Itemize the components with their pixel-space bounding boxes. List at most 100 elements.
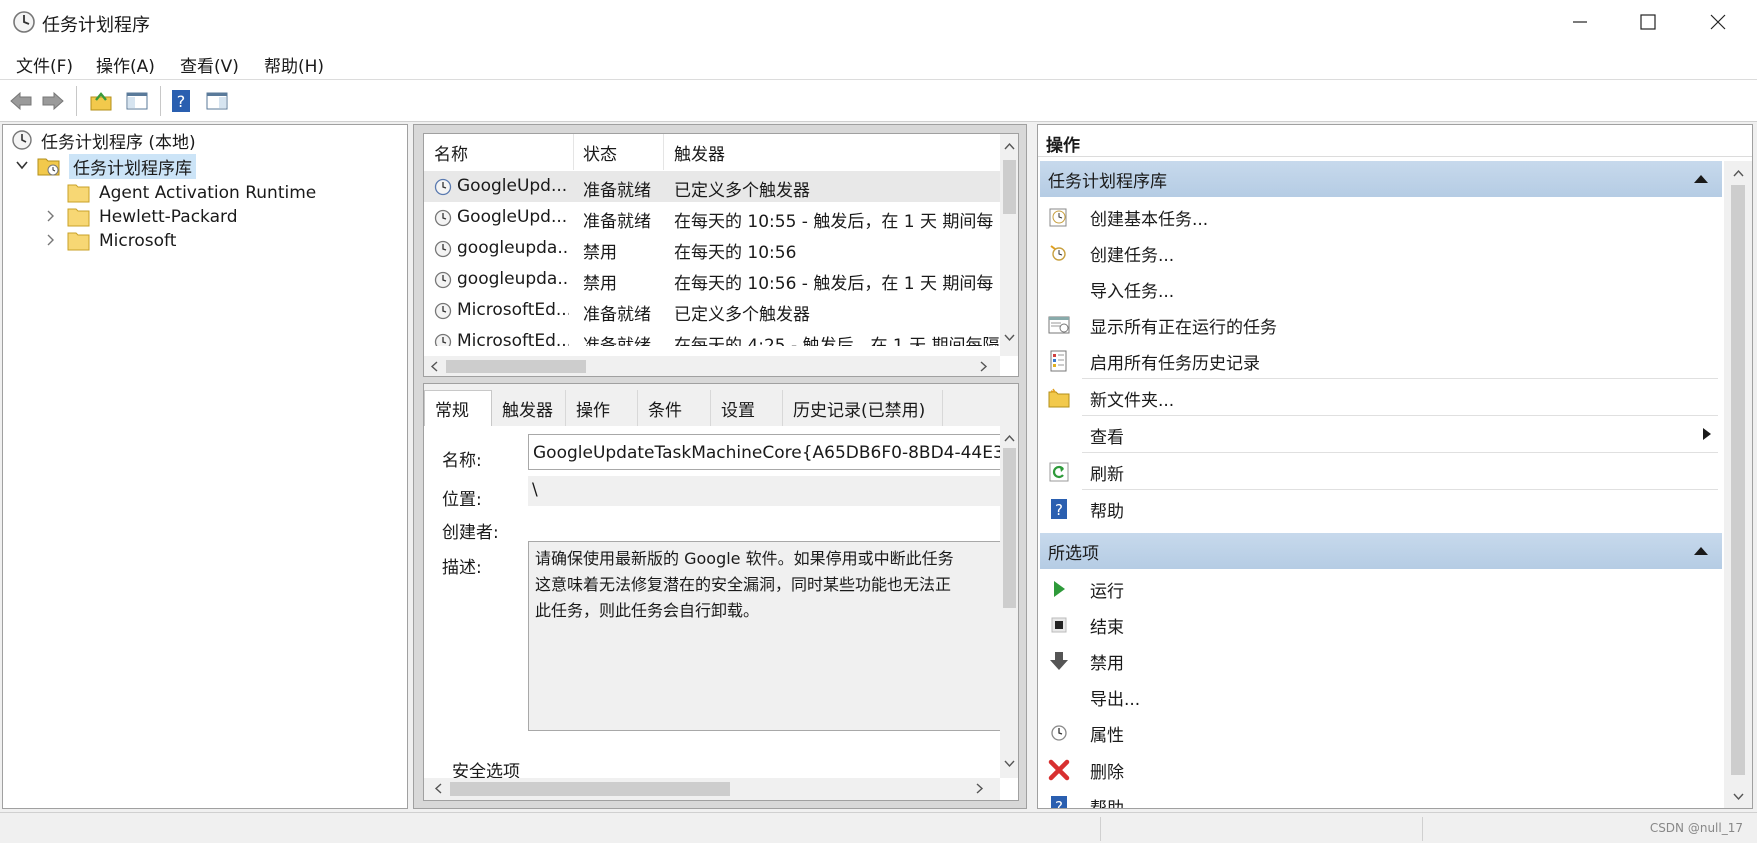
action-help-selected[interactable]: ? 帮助: [1040, 788, 1720, 809]
task-row[interactable]: googleupda... 禁用 在每天的 10:56: [424, 233, 1000, 264]
action-label: 帮助: [1090, 799, 1124, 809]
action-run[interactable]: 运行: [1040, 571, 1720, 605]
chevron-down-icon[interactable]: [15, 158, 29, 172]
scrollbar-thumb[interactable]: [450, 782, 730, 796]
action-help[interactable]: ? 帮助: [1040, 491, 1720, 525]
task-list-horizontal-scrollbar[interactable]: [424, 356, 1000, 376]
column-header-name[interactable]: 名称: [424, 134, 574, 170]
action-import-task[interactable]: 导入任务...: [1040, 271, 1720, 305]
action-enable-history[interactable]: 启用所有任务历史记录: [1040, 343, 1720, 377]
task-row[interactable]: googleupda... 禁用 在每天的 10:56 - 触发后，在 1 天 …: [424, 264, 1000, 295]
tab-actions[interactable]: 操作: [566, 390, 638, 426]
task-details: 常规 触发器 操作 条件 设置 历史记录(已禁用) 名称: GoogleUpda…: [423, 383, 1019, 801]
maximize-button[interactable]: [1613, 0, 1683, 44]
task-row[interactable]: GoogleUpd... 准备就绪 已定义多个触发器: [424, 171, 1000, 202]
svg-text:?: ?: [177, 92, 186, 111]
refresh-icon: [1049, 462, 1069, 482]
tab-history[interactable]: 历史记录(已禁用): [783, 390, 943, 426]
tab-general[interactable]: 常规: [424, 390, 492, 426]
action-label: 运行: [1090, 582, 1124, 602]
task-row[interactable]: MicrosoftEd... 准备就绪 在每天的 4:25 - 触发后，在 1 …: [424, 326, 1000, 346]
action-disable[interactable]: 禁用: [1040, 643, 1720, 677]
action-label: 创建基本任务...: [1090, 210, 1209, 230]
toolbar: ?: [0, 80, 1757, 122]
divider: [1082, 415, 1718, 416]
chevron-left-icon[interactable]: [434, 783, 442, 794]
show-hide-action-pane-button[interactable]: [202, 86, 232, 116]
action-delete[interactable]: 删除: [1040, 752, 1720, 786]
scrollbar-thumb[interactable]: [1003, 448, 1016, 608]
chevron-down-icon[interactable]: [1004, 760, 1015, 768]
minimize-button[interactable]: [1545, 0, 1615, 44]
action-create-basic-task[interactable]: 创建基本任务...: [1040, 199, 1720, 233]
task-name: googleupda...: [457, 238, 569, 258]
section-header-library[interactable]: 任务计划程序库: [1040, 161, 1722, 197]
window-title: 任务计划程序: [42, 15, 150, 36]
up-folder-button[interactable]: [86, 86, 116, 116]
action-label: 删除: [1090, 763, 1124, 783]
forward-button[interactable]: [38, 86, 68, 116]
running-tasks-icon: [1048, 316, 1070, 334]
action-create-task[interactable]: 创建任务...: [1040, 235, 1720, 269]
column-header-trigger[interactable]: 触发器: [664, 134, 1000, 170]
action-properties[interactable]: 属性: [1040, 715, 1720, 749]
menu-action[interactable]: 操作(A): [96, 52, 155, 77]
back-button[interactable]: [6, 86, 36, 116]
task-trigger: 在每天的 4:25 - 触发后，在 1 天 期间每隔: [674, 336, 1000, 346]
detail-vertical-scrollbar[interactable]: [1000, 426, 1018, 778]
show-hide-tree-button[interactable]: [122, 86, 152, 116]
stop-icon: [1051, 617, 1067, 633]
scrollbar-thumb[interactable]: [1003, 160, 1016, 214]
action-label: 启用所有任务历史记录: [1090, 354, 1260, 374]
close-button[interactable]: [1683, 0, 1753, 44]
chevron-left-icon[interactable]: [430, 361, 438, 372]
chevron-right-icon[interactable]: [43, 209, 57, 223]
task-row[interactable]: MicrosoftEd... 准备就绪 已定义多个触发器: [424, 295, 1000, 326]
chevron-down-icon[interactable]: [1004, 334, 1015, 342]
tree-item-microsoft[interactable]: Microsoft: [67, 228, 176, 254]
tab-settings[interactable]: 设置: [711, 390, 783, 426]
task-name: MicrosoftEd...: [457, 300, 569, 320]
tree-root[interactable]: 任务计划程序 (本地): [11, 127, 196, 153]
tree-item-agent-activation-runtime[interactable]: Agent Activation Runtime: [67, 180, 316, 206]
section-header-selected[interactable]: 所选项: [1040, 533, 1722, 569]
menu-file[interactable]: 文件(F): [16, 52, 73, 77]
help-toolbar-button[interactable]: ?: [166, 86, 196, 116]
actions-vertical-scrollbar[interactable]: [1724, 161, 1752, 808]
chevron-up-icon[interactable]: [1004, 434, 1015, 442]
scrollbar-thumb[interactable]: [446, 360, 586, 373]
center-pane: 名称 状态 触发器 GoogleUpd... 准备就绪 已定义多个触发器 Goo…: [413, 124, 1027, 809]
task-status: 准备就绪: [583, 305, 651, 325]
task-list: 名称 状态 触发器 GoogleUpd... 准备就绪 已定义多个触发器 Goo…: [423, 133, 1019, 377]
chevron-up-icon[interactable]: [1733, 169, 1744, 177]
tab-triggers[interactable]: 触发器: [492, 390, 566, 426]
action-view[interactable]: 查看: [1040, 417, 1720, 451]
chevron-right-icon[interactable]: [980, 361, 988, 372]
tree-item-hewlett-packard[interactable]: Hewlett-Packard: [67, 204, 238, 230]
action-end[interactable]: 结束: [1040, 607, 1720, 641]
tree-item-library[interactable]: 任务计划程序库: [37, 153, 196, 179]
collapse-icon[interactable]: [1694, 175, 1708, 183]
column-header-status[interactable]: 状态: [574, 134, 664, 170]
action-label: 帮助: [1090, 502, 1124, 522]
collapse-icon[interactable]: [1694, 547, 1708, 555]
tab-conditions[interactable]: 条件: [638, 390, 711, 426]
description-field[interactable]: 请确保使用最新版的 Google 软件。如果停用或中断此任务 这意味着无法修复潜…: [528, 541, 1012, 731]
scrollbar-thumb[interactable]: [1731, 185, 1745, 775]
action-refresh[interactable]: 刷新: [1040, 454, 1720, 488]
action-show-running-tasks[interactable]: 显示所有正在运行的任务: [1040, 307, 1720, 341]
action-new-folder[interactable]: 新文件夹...: [1040, 380, 1720, 414]
chevron-right-icon[interactable]: [976, 783, 984, 794]
chevron-down-icon[interactable]: [1733, 793, 1744, 801]
task-row[interactable]: GoogleUpd... 准备就绪 在每天的 10:55 - 触发后，在 1 天…: [424, 202, 1000, 233]
detail-horizontal-scrollbar[interactable]: [424, 778, 1000, 800]
chevron-up-icon[interactable]: [1004, 142, 1015, 150]
menu-view[interactable]: 查看(V): [180, 52, 239, 77]
menu-help[interactable]: 帮助(H): [264, 52, 324, 77]
action-export[interactable]: 导出...: [1040, 679, 1720, 713]
chevron-right-icon[interactable]: [43, 233, 57, 247]
show-hide-console-tree-icon: [126, 92, 148, 110]
task-list-vertical-scrollbar[interactable]: [1000, 134, 1018, 356]
name-field[interactable]: GoogleUpdateTaskMachineCore{A65DB6F0-8BD…: [528, 434, 1012, 470]
task-status: 准备就绪: [583, 181, 651, 201]
